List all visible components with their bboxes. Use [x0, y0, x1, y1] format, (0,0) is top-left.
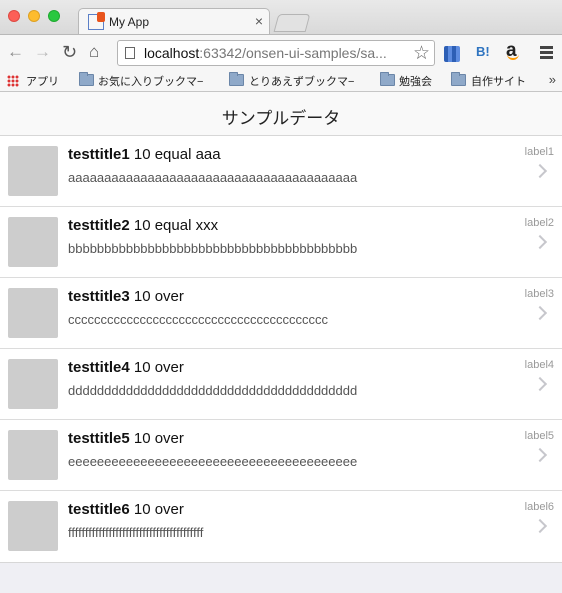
thumbnail — [8, 359, 58, 409]
bookmark-folder-favorites[interactable]: お気に入りブックマ− — [98, 73, 203, 89]
menu-icon[interactable] — [540, 46, 553, 59]
folder-icon — [229, 72, 244, 86]
tab-title: My App — [109, 15, 150, 29]
item-label: label2 — [524, 217, 554, 229]
bookmarks-overflow-icon[interactable]: » — [549, 72, 556, 87]
list-item[interactable]: testtitle2 10 equal xxx bbbbbbbbbbbbbbbb… — [0, 207, 562, 278]
browser-toolbar: ← → ↻ ⌂ localhost:63342/onsen-ui-samples… — [0, 34, 562, 70]
window-close-button[interactable] — [8, 10, 20, 22]
list-item[interactable]: testtitle6 10 over fffffffffffffffffffff… — [0, 491, 562, 562]
item-title: testtitle2 10 equal xxx — [68, 217, 219, 234]
item-title: testtitle5 10 over — [68, 430, 184, 447]
item-title: testtitle6 10 over — [68, 501, 184, 518]
thumbnail — [8, 430, 58, 480]
window-maximize-button[interactable] — [48, 10, 60, 22]
item-title: testtitle3 10 over — [68, 288, 184, 305]
item-description: eeeeeeeeeeeeeeeeeeeeeeeeeeeeeeeeeeeeeeee — [68, 454, 358, 469]
item-label: label4 — [524, 359, 554, 371]
thumbnail — [8, 146, 58, 196]
item-description: ffffffffffffffffffffffffffffffffffffffff — [68, 525, 204, 540]
address-bar[interactable]: localhost:63342/onsen-ui-samples/sa... ☆ — [117, 40, 435, 66]
bookmark-apps[interactable]: アプリ — [26, 73, 59, 89]
item-title: testtitle1 10 equal aaa — [68, 146, 221, 163]
item-label: label3 — [524, 288, 554, 300]
extension-grid-icon[interactable] — [444, 46, 460, 62]
chevron-right-icon — [532, 447, 548, 463]
thumbnail — [8, 288, 58, 338]
page-title: サンプルデータ — [221, 109, 341, 128]
chevron-right-icon — [532, 163, 548, 179]
item-description: cccccccccccccccccccccccccccccccccccccccc — [68, 312, 328, 327]
window-minimize-button[interactable] — [28, 10, 40, 22]
home-icon[interactable]: ⌂ — [89, 42, 99, 62]
thumbnail — [8, 501, 58, 551]
url-text[interactable]: localhost:63342/onsen-ui-samples/sa... — [144, 45, 406, 61]
chevron-right-icon — [532, 518, 548, 534]
chevron-right-icon — [532, 234, 548, 250]
folder-icon — [380, 72, 395, 86]
browser-tab[interactable]: My App × — [78, 8, 270, 34]
chevron-right-icon — [532, 376, 548, 392]
hatena-bookmark-icon[interactable]: B! — [476, 44, 490, 59]
reload-icon[interactable]: ↻ — [62, 42, 77, 62]
bookmark-folder-temp[interactable]: とりあえずブックマ− — [249, 73, 354, 89]
item-list: testtitle1 10 equal aaa aaaaaaaaaaaaaaaa… — [0, 136, 562, 563]
favicon-icon — [88, 12, 105, 30]
list-item[interactable]: testtitle1 10 equal aaa aaaaaaaaaaaaaaaa… — [0, 136, 562, 207]
chevron-right-icon — [532, 305, 548, 321]
item-title: testtitle4 10 over — [68, 359, 184, 376]
item-description: dddddddddddddddddddddddddddddddddddddddd — [68, 383, 358, 398]
apps-grid-icon — [7, 75, 19, 87]
forward-arrow-icon[interactable]: → — [34, 42, 51, 62]
app-toolbar: サンプルデータ — [0, 92, 562, 136]
browser-titlebar: My App × — [0, 0, 562, 34]
item-label: label5 — [524, 430, 554, 442]
list-item[interactable]: testtitle5 10 over eeeeeeeeeeeeeeeeeeeee… — [0, 420, 562, 491]
item-description: bbbbbbbbbbbbbbbbbbbbbbbbbbbbbbbbbbbbbbbb — [68, 241, 358, 256]
item-label: label1 — [524, 146, 554, 158]
bookmark-star-icon[interactable]: ☆ — [413, 42, 430, 65]
bookmark-folder-study[interactable]: 勉強会 — [399, 73, 432, 89]
amazon-icon[interactable]: a — [506, 40, 519, 62]
bookmarks-bar: アプリ お気に入りブックマ− とりあえずブックマ− 勉強会 自作サイト » — [0, 70, 562, 92]
new-tab-button[interactable] — [273, 14, 311, 32]
folder-icon — [451, 72, 466, 86]
thumbnail — [8, 217, 58, 267]
back-arrow-icon[interactable]: ← — [7, 42, 24, 62]
list-item[interactable]: testtitle3 10 over ccccccccccccccccccccc… — [0, 278, 562, 349]
list-item[interactable]: testtitle4 10 over ddddddddddddddddddddd… — [0, 349, 562, 420]
bookmark-folder-own-site[interactable]: 自作サイト — [471, 73, 526, 89]
item-description: aaaaaaaaaaaaaaaaaaaaaaaaaaaaaaaaaaaaaaaa — [68, 170, 358, 185]
page-icon — [125, 47, 135, 59]
item-label: label6 — [524, 501, 554, 513]
folder-icon — [79, 72, 94, 86]
tab-close-icon[interactable]: × — [255, 13, 263, 29]
